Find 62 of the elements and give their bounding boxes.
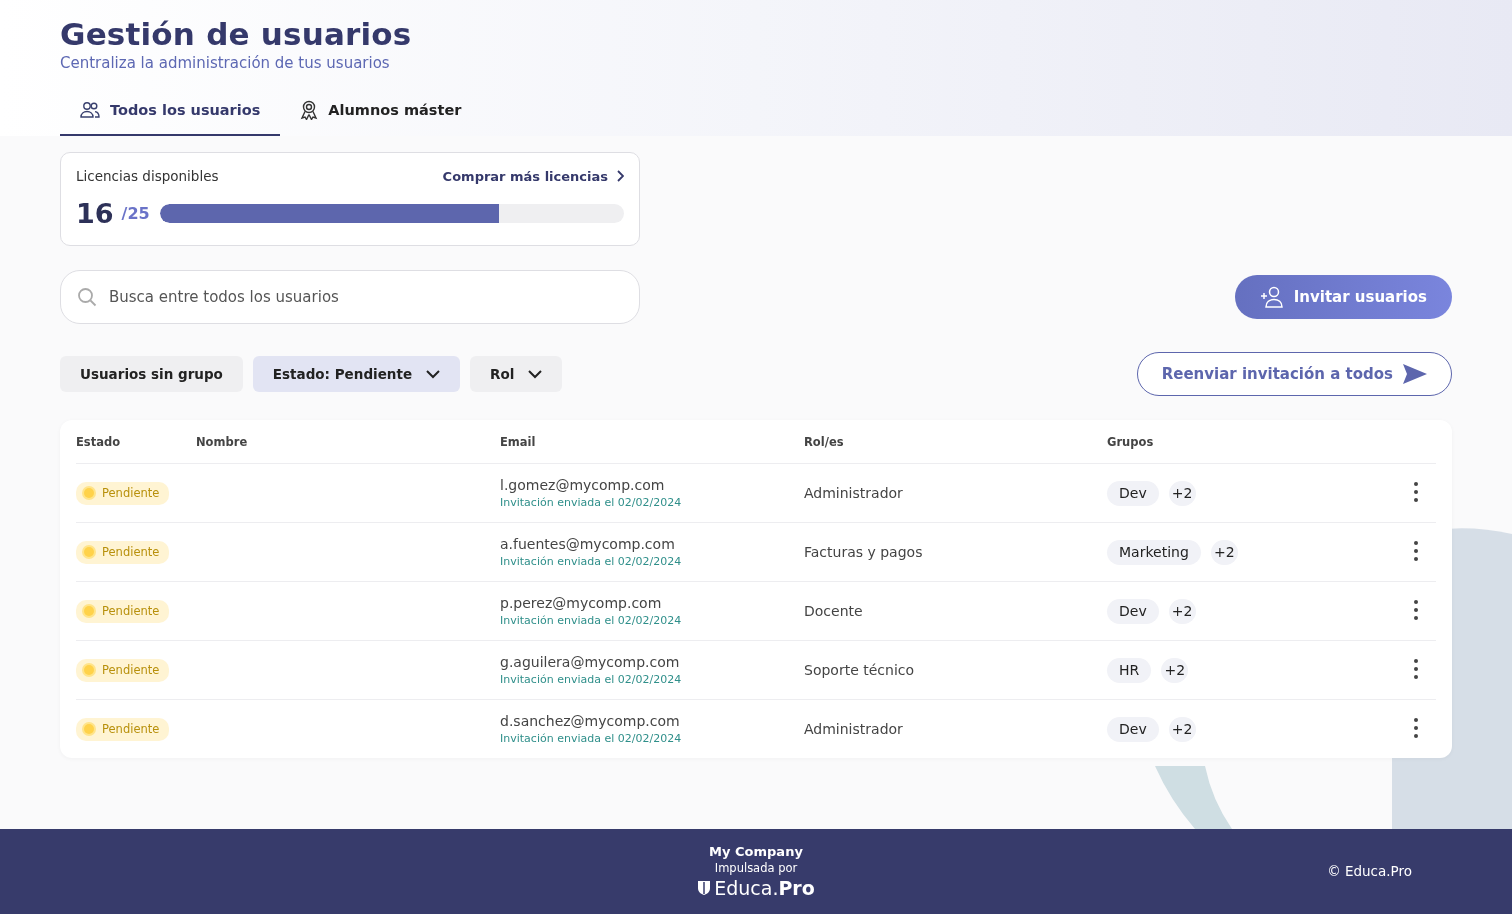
invitation-note: Invitación enviada el 02/02/2024 — [500, 732, 683, 745]
resend-invitations-button[interactable]: Reenviar invitación a todos — [1136, 352, 1452, 396]
license-count: 16 — [76, 198, 114, 229]
chevron-down-icon — [426, 369, 441, 379]
group-tag: HR — [1107, 657, 1152, 683]
more-groups-count: +2 — [1210, 539, 1238, 565]
status-badge: Pendiente — [76, 717, 170, 741]
page-title: Gestión de usuarios — [60, 16, 413, 52]
more-groups-count: +2 — [1161, 657, 1189, 683]
invitation-note: Invitación enviada el 02/02/2024 — [500, 496, 683, 509]
column-header: Email — [500, 434, 537, 449]
chevron-down-icon — [528, 369, 543, 379]
role-text: Soporte técnico — [804, 662, 916, 678]
award-icon — [300, 100, 319, 120]
role-text: Facturas y pagos — [804, 544, 924, 560]
more-groups-count: +2 — [1168, 480, 1196, 506]
group-tag: Dev — [1107, 480, 1159, 506]
role-text: Docente — [804, 603, 864, 619]
invite-users-button[interactable]: Invitar usuarios — [1234, 275, 1452, 319]
role-text: Administrador — [804, 485, 904, 501]
email-text: l.gomez@mycomp.com — [500, 477, 666, 493]
status-badge: Pendiente — [76, 540, 170, 564]
invitation-note: Invitación enviada el 02/02/2024 — [500, 673, 683, 686]
page-subtitle: Centraliza la administración de tus usuarios — [60, 54, 390, 72]
filter-button[interactable]: Estado: Pendiente — [252, 356, 461, 392]
brand-logo-text: Educa.Pro — [714, 877, 815, 899]
tab[interactable]: Alumnos máster — [280, 100, 482, 136]
powered-by-text: Impulsada por — [714, 861, 798, 875]
buy-licenses-link[interactable]: Comprar más licencias — [442, 168, 624, 184]
column-header: Estado — [76, 434, 122, 449]
status-badge: Pendiente — [76, 481, 170, 505]
search-icon — [77, 287, 97, 307]
shield-icon — [697, 880, 712, 896]
group-tag: Dev — [1107, 598, 1159, 624]
column-header: Grupos — [1107, 434, 1155, 449]
send-icon — [1403, 364, 1427, 384]
more-groups-count: +2 — [1168, 598, 1196, 624]
users-icon — [80, 101, 100, 119]
chevron-right-icon — [616, 170, 624, 182]
invitation-note: Invitación enviada el 02/02/2024 — [500, 614, 683, 627]
group-tag: Marketing — [1107, 539, 1201, 565]
email-text: p.perez@mycomp.com — [500, 595, 663, 611]
company-name: My Company — [709, 844, 803, 859]
add-user-icon — [1259, 286, 1284, 308]
filter-button[interactable]: Usuarios sin grupo — [60, 356, 243, 392]
status-badge: Pendiente — [76, 599, 170, 623]
license-label: Licencias disponibles — [76, 168, 219, 184]
column-header: Rol/es — [804, 434, 845, 449]
status-badge: Pendiente — [76, 658, 170, 682]
more-groups-count: +2 — [1168, 716, 1196, 742]
email-text: a.fuentes@mycomp.com — [500, 536, 676, 552]
invitation-note: Invitación enviada el 02/02/2024 — [500, 555, 683, 568]
license-total: /25 — [121, 204, 150, 223]
column-header: Nombre — [196, 434, 249, 449]
email-text: g.aguilera@mycomp.com — [500, 654, 681, 670]
tab[interactable]: Todos los usuarios — [60, 100, 281, 136]
filter-button[interactable]: Rol — [470, 356, 563, 392]
group-tag: Dev — [1107, 716, 1159, 742]
role-text: Administrador — [804, 721, 904, 737]
email-text: d.sanchez@mycomp.com — [500, 713, 681, 729]
copyright-text: © Educa.Pro — [1327, 863, 1412, 879]
search-field[interactable]: Busca entre todos los usuarios — [60, 270, 640, 324]
